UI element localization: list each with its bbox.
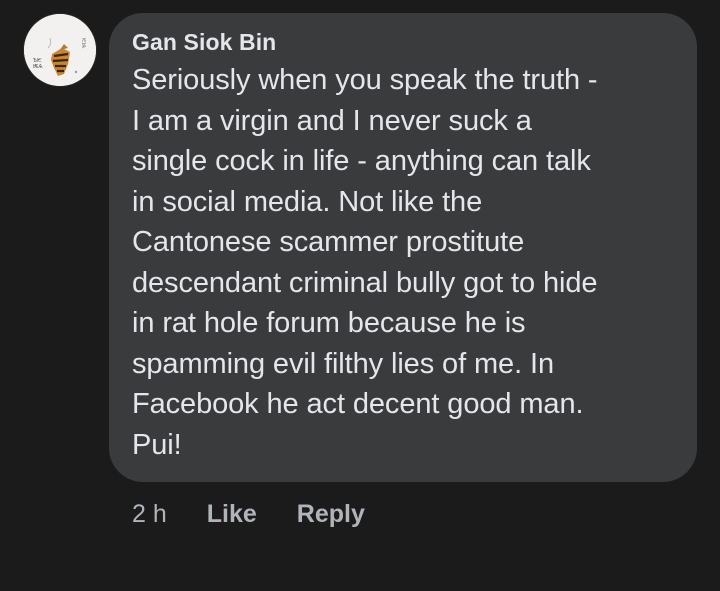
comment-bubble: Gan Siok Bin Seriously when you speak th… (109, 13, 697, 482)
comment-timestamp[interactable]: 2 h (132, 500, 167, 529)
comment-body: Seriously when you speak the truth - I a… (132, 64, 598, 461)
comment-author[interactable]: Gan Siok Bin (132, 27, 673, 57)
like-button[interactable]: Like (207, 500, 257, 529)
svg-text:ѤѨ: ѤѨ (80, 38, 86, 49)
avatar-image: ѢѤ ѬѦ ѤѨ (24, 14, 96, 86)
comment-row: ѢѤ ѬѦ ѤѨ Gan Siok Bin Seriously when you… (0, 0, 720, 591)
reply-button[interactable]: Reply (297, 500, 365, 529)
avatar[interactable]: ѢѤ ѬѦ ѤѨ (24, 14, 96, 86)
comment-actions: 2 h Like Reply (132, 494, 365, 534)
svg-text:ѬѦ: ѬѦ (33, 64, 43, 70)
